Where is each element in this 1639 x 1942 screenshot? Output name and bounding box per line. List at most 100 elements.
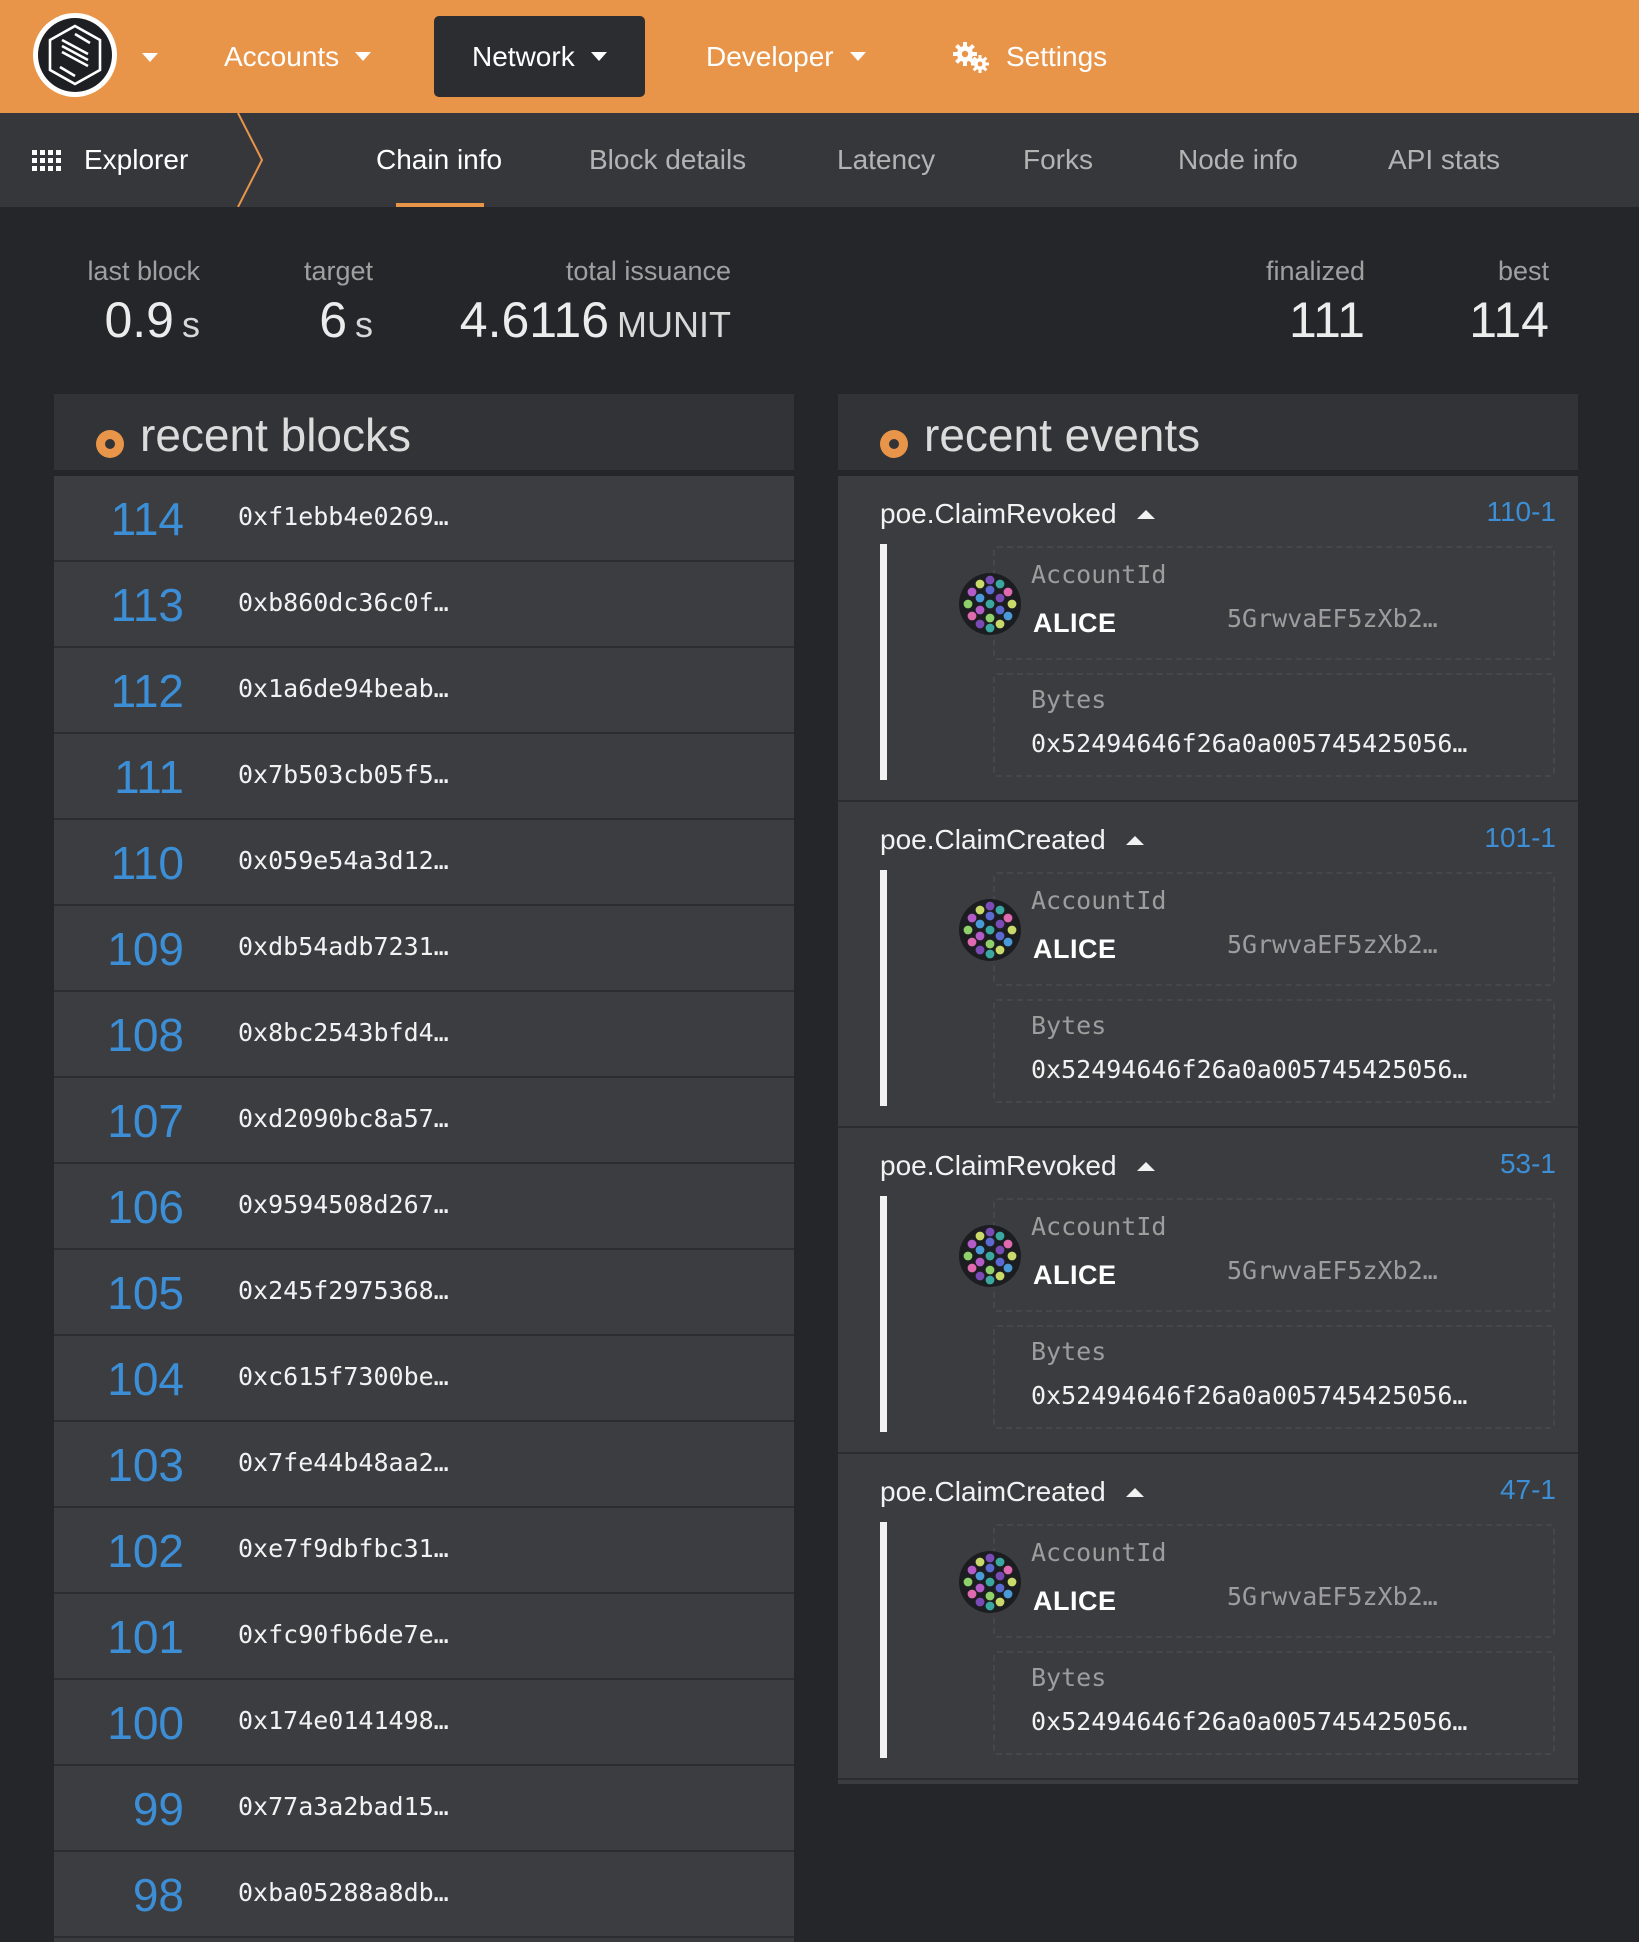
summary-value: 111 [1288,292,1365,348]
block-number-link[interactable]: 112 [111,664,184,718]
block-number-link[interactable]: 104 [107,1352,184,1406]
block-row: 100 0x174e0141498… [54,1680,794,1766]
event-id-link[interactable]: 53-1 [1500,1148,1556,1180]
account-address[interactable]: 5GrwvaEF5zXb2… [1227,604,1438,633]
account-field: AccountId ALICE 5GrwvaEF5zXb2… [993,546,1555,660]
tab-block-details[interactable]: Block details [589,113,746,207]
tab-chain-info[interactable]: Chain info [376,113,502,207]
field-label: AccountId [1031,886,1167,915]
block-number-link[interactable]: 108 [107,1008,184,1062]
account-address[interactable]: 5GrwvaEF5zXb2… [1227,1582,1438,1611]
block-number-link[interactable]: 111 [114,750,184,804]
block-number-link[interactable]: 101 [107,1610,184,1664]
account-field: AccountId ALICE 5GrwvaEF5zXb2… [993,1198,1555,1312]
bytes-field: Bytes 0x52494646f26a0a005745425056… [993,1325,1555,1429]
nav-settings-label: Settings [1006,40,1108,72]
account-address[interactable]: 5GrwvaEF5zXb2… [1227,930,1438,959]
event-detail-bar [880,1196,887,1432]
account-name[interactable]: ALICE [1033,608,1117,639]
bytes-value: 0x52494646f26a0a005745425056… [1031,1381,1468,1410]
nav-accounts[interactable]: Accounts [224,16,372,97]
recent-events-title: recent events [924,409,1201,461]
bytes-value: 0x52494646f26a0a005745425056… [1031,729,1468,758]
chevron-up-icon [1136,509,1155,519]
field-label: Bytes [1031,685,1107,714]
block-number-link[interactable]: 107 [107,1094,184,1148]
event-toggle[interactable]: poe.ClaimRevoked [880,498,1155,530]
summary-total-issuance: total issuance 4.6116 MUNIT [460,256,731,350]
status-dot-icon [880,430,908,458]
account-name[interactable]: ALICE [1033,934,1117,965]
section-label-explorer[interactable]: Explorer [84,113,188,207]
block-hash: 0xba05288a8db… [238,1878,449,1907]
block-hash: 0x174e0141498… [238,1706,449,1735]
substrate-logo-icon[interactable] [32,12,118,98]
account-identicon-icon [959,1225,1021,1287]
event-id-link[interactable]: 47-1 [1500,1474,1556,1506]
event-toggle[interactable]: poe.ClaimRevoked [880,1150,1155,1182]
event-item: poe.ClaimCreated 101-1 AccountId ALICE 5Grwv… [838,802,1578,1128]
field-label: Bytes [1031,1337,1107,1366]
block-number-link[interactable]: 109 [107,922,184,976]
account-address[interactable]: 5GrwvaEF5zXb2… [1227,1256,1438,1285]
event-detail-bar [880,870,887,1106]
nav-settings[interactable]: Settings [952,16,1107,97]
block-number-link[interactable]: 102 [107,1524,184,1578]
chevron-up-icon [1125,835,1144,845]
bytes-value: 0x52494646f26a0a005745425056… [1031,1707,1468,1736]
block-number-link[interactable]: 113 [111,578,184,632]
block-number-link[interactable]: 114 [111,492,184,546]
summary-target: target 6s [304,256,373,350]
event-toggle[interactable]: poe.ClaimCreated [880,1476,1144,1508]
block-number-link[interactable]: 103 [107,1438,184,1492]
block-hash: 0x059e54a3d12… [238,846,449,875]
event-item: poe.ClaimRevoked 53-1 AccountId ALICE 5Grwva… [838,1128,1578,1454]
block-number-link[interactable]: 100 [107,1696,184,1750]
block-row: 108 0x8bc2543bfd4… [54,992,794,1078]
block-row: 114 0xf1ebb4e0269… [54,476,794,562]
block-row: 98 0xba05288a8db… [54,1852,794,1938]
block-number-link[interactable]: 98 [133,1868,184,1922]
nav-developer[interactable]: Developer [706,16,866,97]
nav-network[interactable]: Network [434,16,645,97]
block-row: 113 0xb860dc36c0f… [54,562,794,648]
block-hash: 0x9594508d267… [238,1190,449,1219]
recent-events-header: recent events [838,394,1578,476]
block-list: 114 0xf1ebb4e0269… 113 0xb860dc36c0f… 112 0x1… [54,476,794,1938]
sub-nav-bar: Explorer Chain info Block details Latenc… [0,113,1639,207]
block-row: 107 0xd2090bc8a57… [54,1078,794,1164]
block-number-link[interactable]: 110 [111,836,184,890]
block-hash: 0xb860dc36c0f… [238,588,449,617]
block-hash: 0x1a6de94beab… [238,674,449,703]
tab-latency[interactable]: Latency [837,113,935,207]
chevron-down-icon [849,52,866,61]
summary-label: best [1497,256,1549,286]
event-toggle[interactable]: poe.ClaimCreated [880,824,1144,856]
block-hash: 0x77a3a2bad15… [238,1792,449,1821]
field-label: AccountId [1031,560,1167,589]
account-name[interactable]: ALICE [1033,1260,1117,1291]
block-number-link[interactable]: 99 [133,1782,184,1836]
block-row: 104 0xc615f7300be… [54,1336,794,1422]
recent-blocks-header: recent blocks [54,394,794,476]
event-id-link[interactable]: 101-1 [1484,822,1556,854]
tab-forks[interactable]: Forks [1023,113,1093,207]
block-number-link[interactable]: 105 [107,1266,184,1320]
block-hash: 0xf1ebb4e0269… [238,502,449,531]
account-name[interactable]: ALICE [1033,1586,1117,1617]
block-number-link[interactable]: 106 [107,1180,184,1234]
tab-api-stats[interactable]: API stats [1388,113,1500,207]
account-identicon-icon [959,573,1021,635]
summary-label: finalized [1265,256,1365,286]
field-label: Bytes [1031,1011,1107,1040]
apps-grid-icon[interactable] [32,150,62,172]
logo-dropdown-icon[interactable] [142,53,158,62]
event-name: poe.ClaimRevoked [880,498,1117,529]
chevron-up-icon [1136,1161,1155,1171]
summary-value: 114 [1469,292,1549,348]
top-nav-bar: Accounts Network Developer Settings [0,0,1639,113]
event-id-link[interactable]: 110-1 [1486,496,1556,528]
tab-node-info[interactable]: Node info [1178,113,1298,207]
field-label: Bytes [1031,1663,1107,1692]
event-name: poe.ClaimCreated [880,824,1106,855]
